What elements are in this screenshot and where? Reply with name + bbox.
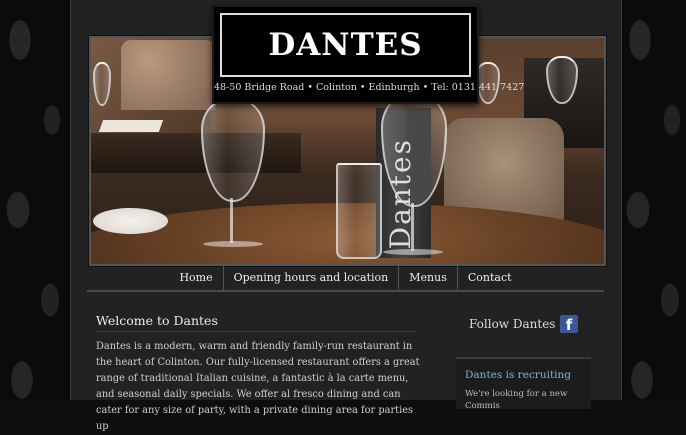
address-line: 48-50 Bridge Road • Colinton • Edinburgh… — [214, 82, 525, 93]
restaurant-name: DANTES — [268, 27, 423, 63]
recruiting-box: Dantes is recruiting We're looking for a… — [456, 357, 591, 411]
page-container: Dantes DANTES 48-50 Bridge Road • Colint… — [70, 0, 622, 432]
plate — [93, 208, 168, 234]
wine-glass — [201, 98, 265, 202]
recruiting-text: We're looking for a new Commis — [465, 389, 568, 411]
welcome-heading: Welcome to Dantes — [96, 313, 416, 332]
damask-background-left — [0, 0, 70, 400]
recruiting-title[interactable]: Dantes is recruiting — [465, 369, 571, 381]
welcome-text: Dantes is a modern, warm and friendly fa… — [96, 341, 420, 432]
nav-item-opening-hours[interactable]: Opening hours and location — [222, 266, 399, 290]
booth-seat — [121, 40, 216, 110]
main-content: Welcome to Dantes Dantes is a modern, wa… — [87, 305, 604, 432]
follow-label: Follow Dantes on — [469, 317, 575, 331]
facebook-icon[interactable]: f — [560, 315, 578, 334]
logo-box[interactable]: DANTES 48-50 Bridge Road • Colinton • Ed… — [212, 5, 525, 104]
damask-background-right — [620, 0, 686, 400]
nav-item-menus[interactable]: Menus — [398, 266, 457, 290]
nav-item-contact[interactable]: Contact — [456, 266, 522, 290]
nav-item-home[interactable]: Home — [169, 266, 222, 290]
main-nav: Home Opening hours and location Menus Conta… — [87, 266, 604, 292]
water-tumbler — [336, 163, 382, 259]
